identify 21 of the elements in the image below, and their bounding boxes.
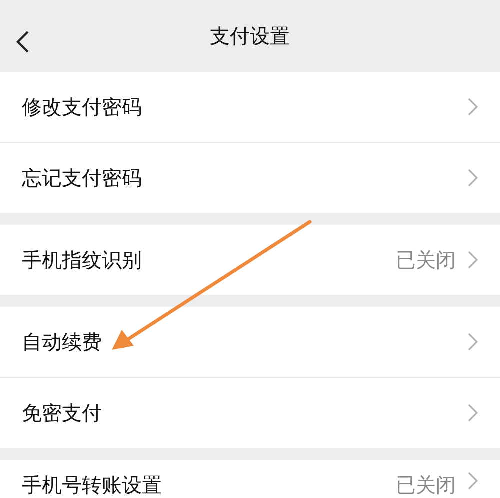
chevron-icon bbox=[468, 404, 478, 422]
page-title: 支付设置 bbox=[210, 22, 290, 50]
settings-row[interactable]: 手机指纹识别 已关闭 bbox=[0, 225, 500, 295]
back-icon[interactable] bbox=[16, 30, 30, 54]
settings-row[interactable]: 忘记支付密码 bbox=[0, 143, 500, 213]
row-label: 修改支付密码 bbox=[22, 94, 143, 120]
row-label: 手机指纹识别 bbox=[22, 246, 143, 274]
chevron-icon bbox=[468, 169, 478, 187]
settings-row[interactable]: 手机号转账设置 已关闭 bbox=[0, 460, 500, 498]
chevron-icon bbox=[468, 333, 478, 351]
chevron-icon bbox=[468, 251, 478, 269]
row-label: 忘记支付密码 bbox=[22, 164, 143, 192]
row-value: 已关闭 bbox=[396, 472, 456, 498]
chevron-icon bbox=[468, 472, 478, 490]
row-label: 手机号转账设置 bbox=[22, 472, 163, 498]
chevron-icon bbox=[468, 98, 478, 116]
settings-row[interactable]: 修改支付密码 bbox=[0, 72, 500, 143]
row-label: 自动续费 bbox=[22, 328, 103, 356]
row-label: 免密支付 bbox=[22, 400, 103, 426]
row-value: 已关闭 bbox=[396, 246, 456, 274]
settings-row[interactable]: 免密支付 bbox=[0, 378, 500, 448]
